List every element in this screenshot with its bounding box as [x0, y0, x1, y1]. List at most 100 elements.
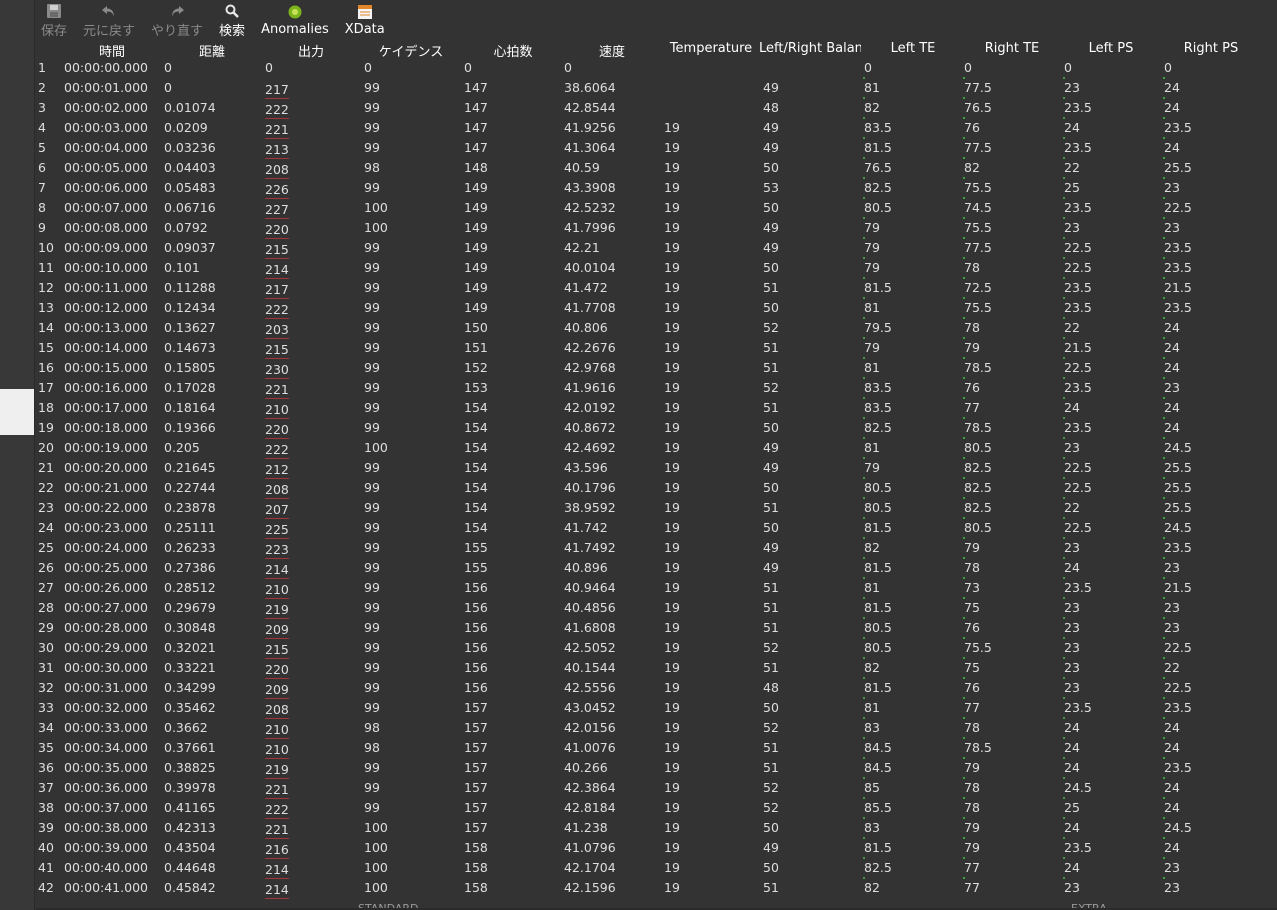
- table-row[interactable]: 7 00:00:06.000 0.05483 226 99 149 43.3908 19 53 8…: [36, 177, 1277, 199]
- cell-right-ps[interactable]: 25.5: [1163, 497, 1192, 518]
- cell-lr-balance[interactable]: 49: [763, 538, 779, 558]
- cell-temperature[interactable]: 19: [664, 158, 680, 178]
- cell-heart-rate[interactable]: 155: [464, 538, 488, 558]
- cell-temperature[interactable]: 19: [664, 258, 680, 278]
- cell-left-ps[interactable]: 23.5: [1063, 197, 1092, 218]
- cell-distance[interactable]: 0.01074: [164, 98, 216, 118]
- cell-cadence[interactable]: 100: [364, 438, 388, 458]
- cell-heart-rate[interactable]: 149: [464, 178, 488, 198]
- cell-left-ps[interactable]: 23: [1063, 597, 1080, 618]
- cell-lr-balance[interactable]: 52: [763, 638, 779, 658]
- cell-speed[interactable]: 42.3864: [564, 778, 616, 798]
- cell-time[interactable]: 00:00:07.000: [64, 198, 148, 218]
- cell-left-ps[interactable]: 0: [1064, 58, 1072, 78]
- column-header-left-te[interactable]: Left TE: [868, 41, 958, 56]
- cell-power[interactable]: 221: [265, 781, 289, 799]
- cell-right-te[interactable]: 78.5: [963, 357, 992, 378]
- cell-lr-balance[interactable]: 52: [763, 798, 779, 818]
- cell-lr-balance[interactable]: 49: [763, 458, 779, 478]
- cell-distance[interactable]: 0: [164, 78, 172, 98]
- cell-left-ps[interactable]: 25: [1063, 797, 1080, 818]
- table-row[interactable]: 18 00:00:17.000 0.18164 210 99 154 42.0192 19 51…: [36, 397, 1277, 419]
- cell-power[interactable]: 222: [265, 101, 289, 119]
- cell-power[interactable]: 213: [265, 141, 289, 159]
- cell-heart-rate[interactable]: 149: [464, 238, 488, 258]
- table-row[interactable]: 35 00:00:34.000 0.37661 210 98 157 41.0076 19 51…: [36, 737, 1277, 759]
- cell-right-ps[interactable]: 22.5: [1163, 197, 1192, 218]
- cell-time[interactable]: 00:00:04.000: [64, 138, 148, 158]
- cell-power[interactable]: 222: [265, 801, 289, 819]
- table-row[interactable]: 16 00:00:15.000 0.15805 230 99 152 42.9768 19 51…: [36, 357, 1277, 379]
- cell-distance[interactable]: 0.3662: [164, 718, 208, 738]
- cell-speed[interactable]: 42.2676: [564, 338, 616, 358]
- cell-heart-rate[interactable]: 156: [464, 618, 488, 638]
- cell-power[interactable]: 217: [265, 281, 289, 299]
- cell-right-te[interactable]: 77: [963, 397, 980, 418]
- cell-heart-rate[interactable]: 154: [464, 418, 488, 438]
- cell-time[interactable]: 00:00:37.000: [64, 798, 148, 818]
- cell-right-ps[interactable]: 24: [1163, 797, 1180, 818]
- cell-distance[interactable]: 0.101: [164, 258, 200, 278]
- cell-distance[interactable]: 0.03236: [164, 138, 216, 158]
- cell-time[interactable]: 00:00:06.000: [64, 178, 148, 198]
- cell-power[interactable]: 214: [265, 881, 289, 899]
- cell-time[interactable]: 00:00:21.000: [64, 478, 148, 498]
- cell-heart-rate[interactable]: 154: [464, 438, 488, 458]
- cell-speed[interactable]: 40.1796: [564, 478, 616, 498]
- cell-left-te[interactable]: 0: [864, 58, 872, 78]
- cell-right-te[interactable]: 75.5: [963, 177, 992, 198]
- cell-right-te[interactable]: 77: [963, 697, 980, 718]
- cell-distance[interactable]: 0.22744: [164, 478, 216, 498]
- cell-cadence[interactable]: 99: [364, 638, 380, 658]
- cell-right-ps[interactable]: 23: [1163, 857, 1180, 878]
- cell-cadence[interactable]: 99: [364, 518, 380, 538]
- cell-right-ps[interactable]: 24: [1163, 97, 1180, 118]
- cell-right-te[interactable]: 82: [963, 157, 980, 178]
- cell-lr-balance[interactable]: 49: [763, 78, 779, 98]
- cell-left-te[interactable]: 82: [863, 877, 880, 898]
- cell-right-te[interactable]: 76.5: [963, 97, 992, 118]
- table-row[interactable]: 8 00:00:07.000 0.06716 227 100 149 42.5232 19 50…: [36, 197, 1277, 219]
- cell-heart-rate[interactable]: 158: [464, 878, 488, 898]
- cell-heart-rate[interactable]: 158: [464, 858, 488, 878]
- cell-lr-balance[interactable]: 51: [763, 878, 779, 898]
- cell-distance[interactable]: 0.12434: [164, 298, 216, 318]
- cell-time[interactable]: 00:00:16.000: [64, 378, 148, 398]
- cell-left-ps[interactable]: 23.5: [1063, 377, 1092, 398]
- cell-time[interactable]: 00:00:39.000: [64, 838, 148, 858]
- table-row[interactable]: 33 00:00:32.000 0.35462 208 99 157 43.0452 19 50…: [36, 697, 1277, 719]
- cell-right-ps[interactable]: 21.5: [1163, 277, 1192, 298]
- cell-left-ps[interactable]: 23.5: [1063, 297, 1092, 318]
- cell-temperature[interactable]: 19: [664, 878, 680, 898]
- cell-time[interactable]: 00:00:22.000: [64, 498, 148, 518]
- cell-power[interactable]: 209: [265, 681, 289, 699]
- cell-left-te[interactable]: 81.5: [863, 597, 892, 618]
- cell-left-te[interactable]: 83: [863, 717, 880, 738]
- cell-temperature[interactable]: 19: [664, 718, 680, 738]
- cell-cadence[interactable]: 99: [364, 618, 380, 638]
- cell-distance[interactable]: 0.33221: [164, 658, 216, 678]
- cell-left-te[interactable]: 85.5: [863, 797, 892, 818]
- cell-cadence[interactable]: 100: [364, 198, 388, 218]
- cell-lr-balance[interactable]: 51: [763, 758, 779, 778]
- cell-time[interactable]: 00:00:17.000: [64, 398, 148, 418]
- cell-temperature[interactable]: 19: [664, 698, 680, 718]
- cell-lr-balance[interactable]: 49: [763, 138, 779, 158]
- cell-lr-balance[interactable]: 53: [763, 178, 779, 198]
- cell-left-te[interactable]: 84.5: [863, 757, 892, 778]
- cell-distance[interactable]: 0.41165: [164, 798, 216, 818]
- cell-heart-rate[interactable]: 154: [464, 518, 488, 538]
- cell-right-te[interactable]: 82.5: [963, 497, 992, 518]
- cell-speed[interactable]: 41.9616: [564, 378, 616, 398]
- cell-right-te[interactable]: 75: [963, 657, 980, 678]
- cell-speed[interactable]: 41.472: [564, 278, 608, 298]
- cell-heart-rate[interactable]: 152: [464, 358, 488, 378]
- cell-right-te[interactable]: 79: [963, 757, 980, 778]
- cell-cadence[interactable]: 100: [364, 818, 388, 838]
- cell-distance[interactable]: 0.21645: [164, 458, 216, 478]
- cell-heart-rate[interactable]: 154: [464, 498, 488, 518]
- cell-temperature[interactable]: 19: [664, 538, 680, 558]
- cell-time[interactable]: 00:00:23.000: [64, 518, 148, 538]
- cell-right-te[interactable]: 82.5: [963, 457, 992, 478]
- cell-power[interactable]: 203: [265, 321, 289, 339]
